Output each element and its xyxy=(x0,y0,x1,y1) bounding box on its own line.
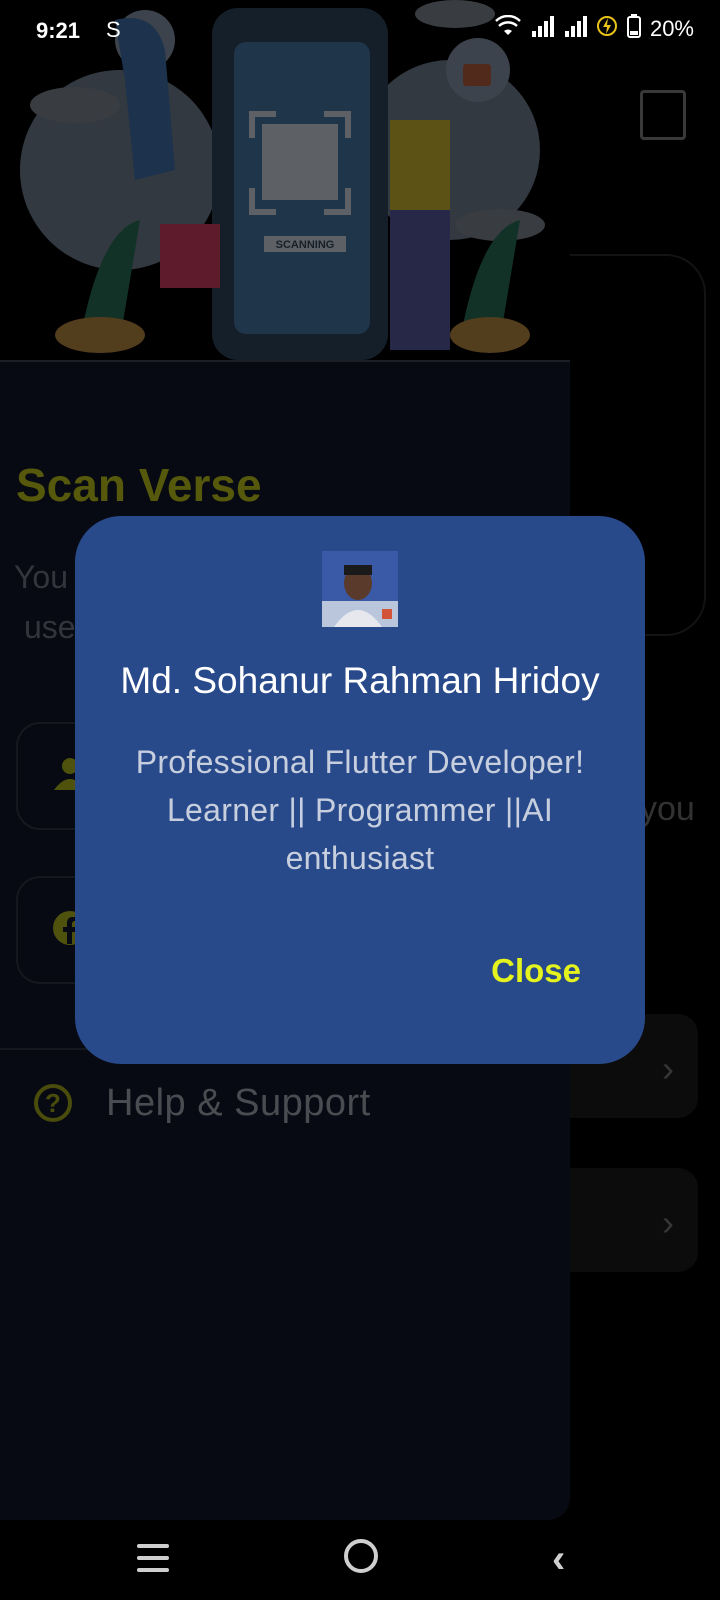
system-navigation-bar: ‹ xyxy=(0,1520,720,1600)
carrier-icon: S xyxy=(106,17,121,42)
battery-percent: 20% xyxy=(649,16,694,41)
back-icon[interactable]: ‹ xyxy=(552,1537,565,1582)
signal-icon xyxy=(563,15,587,43)
developer-bio: Professional Flutter Developer! Learner … xyxy=(135,744,585,876)
close-button[interactable]: Close xyxy=(491,952,581,990)
status-icons: 20% xyxy=(495,14,694,44)
home-icon[interactable] xyxy=(344,1539,378,1573)
status-bar: 9:21 S 20% xyxy=(0,0,720,62)
battery-saver-icon xyxy=(596,15,618,43)
developer-avatar xyxy=(322,551,398,627)
signal-icon xyxy=(530,15,554,43)
status-time: 9:21 xyxy=(36,18,81,43)
recent-apps-icon[interactable] xyxy=(137,1544,169,1572)
screen: you › › SCANNING Scan Verse You use ? He… xyxy=(0,0,720,1600)
developer-name: Md. Sohanur Rahman Hridoy xyxy=(120,660,600,701)
battery-icon xyxy=(626,14,641,44)
wifi-icon xyxy=(495,14,521,43)
developer-info-dialog: Md. Sohanur Rahman Hridoy Professional F… xyxy=(75,516,645,1064)
